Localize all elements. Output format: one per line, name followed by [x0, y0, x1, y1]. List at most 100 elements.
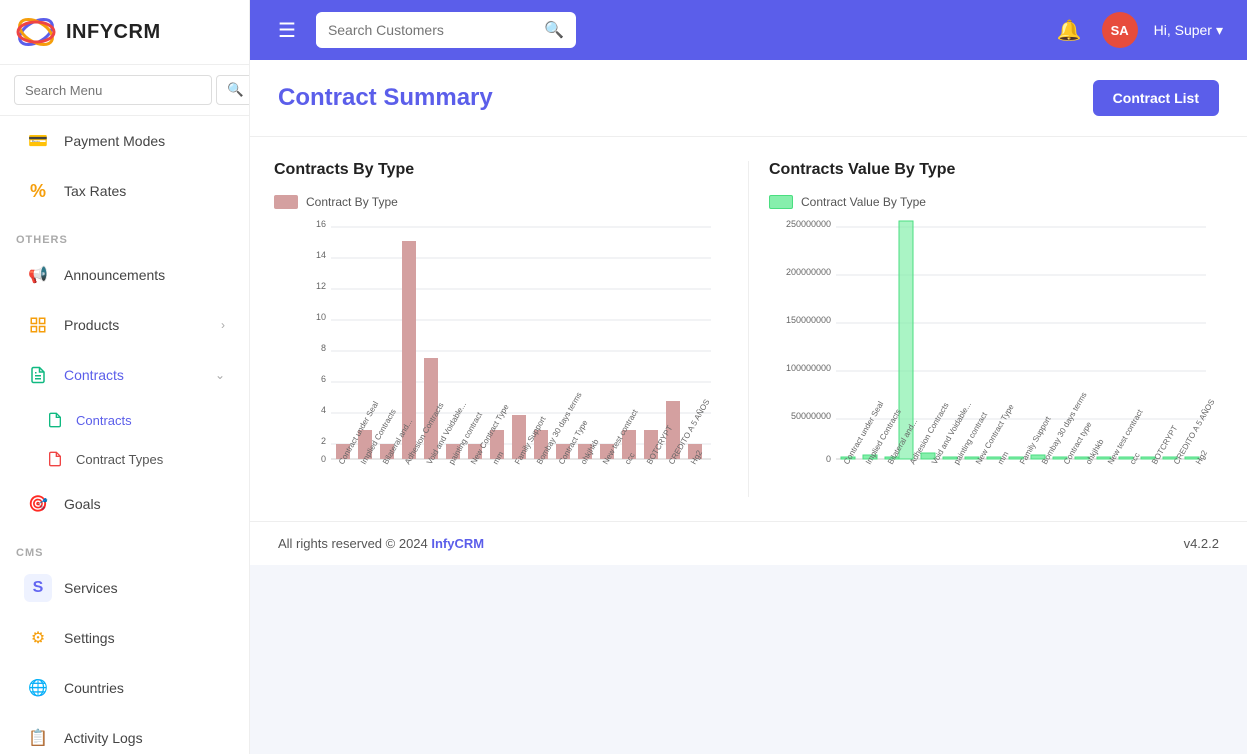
page-title: Contract Summary [278, 84, 493, 112]
chart1-svg: 0 2 4 6 8 10 12 14 16 [274, 217, 728, 497]
topbar: ☰ 🔍 🔔 SA Hi, Super ▾ [250, 0, 1247, 60]
chart1-legend-color [274, 195, 298, 209]
copyright-text: All rights reserved © 2024 [278, 536, 431, 551]
chart2-legend-color [769, 195, 793, 209]
svg-text:10: 10 [316, 312, 326, 322]
charts-section: Contracts By Type Contract By Type [250, 137, 1247, 521]
sidebar-item-products[interactable]: Products › [8, 301, 241, 349]
sidebar-item-services[interactable]: S Services [8, 564, 241, 612]
contracts-by-type-card: Contracts By Type Contract By Type [274, 161, 749, 497]
sidebar-item-label: Announcements [64, 267, 165, 283]
svg-text:250000000: 250000000 [786, 219, 831, 229]
greeting-text: Hi, Super [1154, 22, 1212, 38]
svg-text:200000000: 200000000 [786, 267, 831, 277]
sidebar-item-label: Settings [64, 630, 115, 646]
svg-text:50000000: 50000000 [791, 411, 831, 421]
services-icon: S [24, 574, 52, 602]
sidebar: INFYCRM 🔍 💳 Payment Modes % Tax Rates OT… [0, 0, 250, 754]
sidebar-item-countries[interactable]: 🌐 Countries [8, 664, 241, 712]
search-customers-input[interactable] [316, 14, 532, 46]
sidebar-item-contracts[interactable]: Contracts ⌄ [8, 351, 241, 399]
search-customers-wrap: 🔍 [316, 12, 576, 48]
sidebar-item-payment-modes[interactable]: 💳 Payment Modes [8, 117, 241, 165]
user-greeting[interactable]: Hi, Super ▾ [1154, 22, 1223, 39]
sidebar-item-announcements[interactable]: 📢 Announcements [8, 251, 241, 299]
content-area: Contract Summary Contract List Contracts… [250, 60, 1247, 754]
chevron-down-icon: ⌄ [215, 368, 225, 382]
search-menu-input[interactable] [14, 75, 212, 105]
others-section-label: OTHERS [0, 224, 249, 250]
sidebar-item-label: Goals [64, 496, 101, 512]
chart1-legend-label: Contract By Type [306, 195, 398, 209]
sidebar-item-label: Contracts [64, 367, 124, 383]
hamburger-button[interactable]: ☰ [274, 14, 300, 47]
sidebar-item-tax-rates[interactable]: % Tax Rates [8, 167, 241, 215]
sidebar-item-label: Services [64, 580, 118, 596]
contracts-icon [24, 361, 52, 389]
chart2-area: 0 50000000 100000000 150000000 200000000… [769, 217, 1223, 497]
settings-icon: ⚙ [24, 624, 52, 652]
activity-logs-icon: 📋 [24, 724, 52, 752]
svg-text:Hg2: Hg2 [1194, 448, 1209, 466]
svg-text:100000000: 100000000 [786, 363, 831, 373]
products-icon [24, 311, 52, 339]
content-header: Contract Summary Contract List [250, 60, 1247, 137]
sidebar-item-label: Tax Rates [64, 183, 126, 199]
cms-section-label: CMS [0, 537, 249, 563]
svg-text:ccc: ccc [1128, 451, 1142, 466]
svg-text:16: 16 [316, 219, 326, 229]
svg-text:ohkjhkb: ohkjhkb [1084, 437, 1106, 466]
sidebar-item-label: Products [64, 317, 119, 333]
svg-text:Void and Voidable...: Void and Voidable... [930, 400, 973, 466]
main-area: ☰ 🔍 🔔 SA Hi, Super ▾ Contract Summary Co… [250, 0, 1247, 754]
svg-text:4: 4 [321, 405, 326, 415]
countries-icon: 🌐 [24, 674, 52, 702]
svg-text:12: 12 [316, 281, 326, 291]
svg-text:2: 2 [321, 436, 326, 446]
footer-brand-link[interactable]: InfyCRM [431, 536, 484, 551]
sidebar-item-label: Payment Modes [64, 133, 165, 149]
sidebar-item-goals[interactable]: 🎯 Goals [8, 480, 241, 528]
chart2-title: Contracts Value By Type [769, 161, 1223, 179]
sidebar-item-activity-logs[interactable]: 📋 Activity Logs [8, 714, 241, 754]
chart2-legend: Contract Value By Type [769, 195, 1223, 209]
contract-types-sub-label: Contract Types [76, 452, 163, 467]
contracts-sub-icon [44, 409, 66, 431]
notification-button[interactable]: 🔔 [1053, 14, 1086, 47]
svg-text:14: 14 [316, 250, 326, 260]
payment-modes-icon: 💳 [24, 127, 52, 155]
sidebar-item-label: Countries [64, 680, 124, 696]
contract-types-sub-icon [44, 448, 66, 470]
svg-text:150000000: 150000000 [786, 315, 831, 325]
footer-copyright: All rights reserved © 2024 InfyCRM [278, 536, 484, 551]
contracts-submenu: Contracts Contract Types [0, 400, 249, 479]
search-menu-area: 🔍 [0, 65, 249, 116]
svg-text:0: 0 [321, 454, 326, 464]
avatar: SA [1102, 12, 1138, 48]
svg-text:mm: mm [996, 450, 1011, 466]
footer: All rights reserved © 2024 InfyCRM v4.2.… [250, 521, 1247, 565]
chart1-legend: Contract By Type [274, 195, 728, 209]
sidebar-sub-item-contracts[interactable]: Contracts [28, 401, 241, 439]
contracts-sub-label: Contracts [76, 413, 132, 428]
footer-version: v4.2.2 [1184, 536, 1219, 551]
sidebar-item-label: Activity Logs [64, 730, 143, 746]
chart1-title: Contracts By Type [274, 161, 728, 179]
chart2-legend-label: Contract Value By Type [801, 195, 926, 209]
logo-area: INFYCRM [0, 0, 249, 65]
dropdown-icon: ▾ [1216, 22, 1223, 39]
sidebar-sub-item-contract-types[interactable]: Contract Types [28, 440, 241, 478]
logo-icon [16, 12, 56, 52]
chevron-right-icon: › [221, 318, 225, 332]
search-customers-button[interactable]: 🔍 [532, 12, 576, 48]
search-menu-button[interactable]: 🔍 [216, 75, 250, 105]
contracts-value-by-type-card: Contracts Value By Type Contract Value B… [749, 161, 1223, 497]
chart2-svg: 0 50000000 100000000 150000000 200000000… [769, 217, 1223, 497]
contract-list-button[interactable]: Contract List [1093, 80, 1219, 116]
chart1-area: 0 2 4 6 8 10 12 14 16 [274, 217, 728, 497]
svg-text:6: 6 [321, 374, 326, 384]
svg-text:0: 0 [826, 454, 831, 464]
sidebar-item-settings[interactable]: ⚙ Settings [8, 614, 241, 662]
svg-text:8: 8 [321, 343, 326, 353]
tax-rates-icon: % [24, 177, 52, 205]
